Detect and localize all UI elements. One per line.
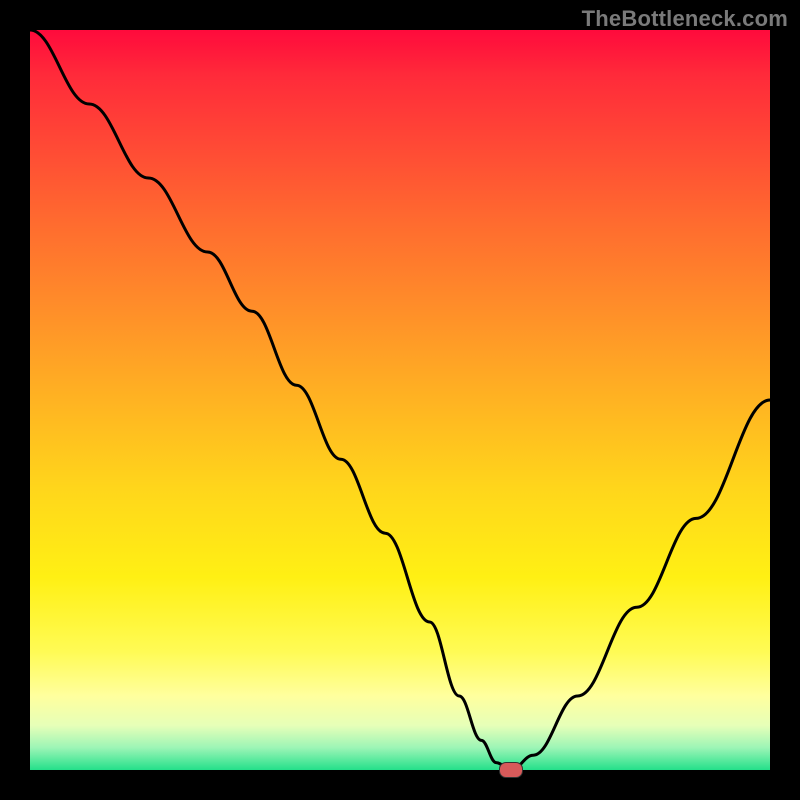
chart-container: TheBottleneck.com (0, 0, 800, 800)
watermark-label: TheBottleneck.com (582, 6, 788, 32)
bottleneck-curve-path (30, 30, 770, 770)
plot-area (30, 30, 770, 770)
optimal-marker (499, 762, 523, 778)
curve-svg (30, 30, 770, 770)
